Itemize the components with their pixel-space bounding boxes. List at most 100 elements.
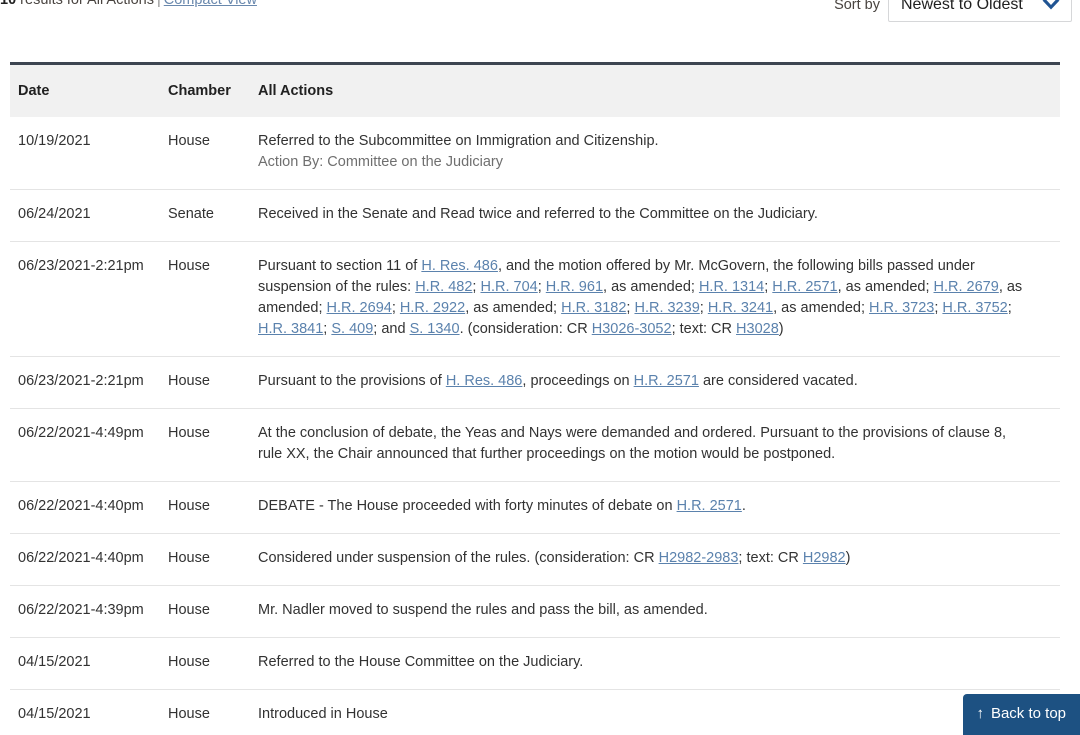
sort-select[interactable]: Newest to Oldest bbox=[888, 0, 1072, 22]
cell-chamber: House bbox=[168, 602, 210, 618]
action-text: ; text: CR bbox=[671, 321, 737, 337]
action-text: , proceedings on bbox=[522, 373, 634, 389]
table-header-row: Date Chamber All Actions bbox=[10, 62, 1060, 117]
cell-date: 06/24/2021 bbox=[18, 206, 91, 222]
results-summary: 10 results for All Actions | Compact View bbox=[0, 0, 257, 9]
action-link[interactable]: S. 409 bbox=[331, 321, 373, 337]
action-link[interactable]: H.R. 2571 bbox=[677, 498, 742, 514]
action-text: . (consideration: CR bbox=[459, 321, 592, 337]
action-link[interactable]: H.R. 2679 bbox=[934, 279, 999, 295]
cell-date: 06/22/2021-4:40pm bbox=[18, 550, 144, 566]
cell-chamber: Senate bbox=[168, 206, 214, 222]
action-text: At the conclusion of debate, the Yeas an… bbox=[258, 425, 1007, 462]
action-text: Pursuant to the provisions of bbox=[258, 373, 446, 389]
cell-action: Referred to the Subcommittee on Immigrat… bbox=[258, 131, 1060, 173]
column-header-all-actions: All Actions bbox=[258, 83, 334, 99]
table-row: 06/24/2021 Senate Received in the Senate a… bbox=[10, 190, 1060, 242]
cell-action: Referred to the House Committee on the J… bbox=[258, 652, 1060, 673]
compact-view-link[interactable]: Compact View bbox=[164, 0, 257, 8]
action-text: Pursuant to section 11 of bbox=[258, 258, 422, 274]
cell-chamber: House bbox=[168, 133, 210, 149]
action-text: Considered under suspension of the rules… bbox=[258, 550, 659, 566]
action-link[interactable]: H.R. 482 bbox=[415, 279, 472, 295]
cell-chamber: House bbox=[168, 654, 210, 670]
action-text: ; and bbox=[373, 321, 410, 337]
table-row: 06/22/2021-4:40pm House DEBATE - The House… bbox=[10, 482, 1060, 534]
action-link[interactable]: H.R. 961 bbox=[546, 279, 603, 295]
table-body: 10/19/2021 House Referred to the Subcommit… bbox=[10, 117, 1060, 735]
cell-date: 06/23/2021-2:21pm bbox=[18, 258, 144, 274]
action-text: are considered vacated. bbox=[698, 373, 858, 389]
action-link[interactable]: H3026-3052 bbox=[592, 321, 672, 337]
action-text: ; text: CR bbox=[738, 550, 803, 566]
results-count: 10 bbox=[0, 0, 17, 8]
cell-chamber: House bbox=[168, 258, 210, 274]
cell-action: Pursuant to section 11 of H. Res. 486 , a… bbox=[258, 256, 1060, 340]
cell-chamber: House bbox=[168, 373, 210, 389]
cell-date: 06/22/2021-4:40pm bbox=[18, 498, 144, 514]
cell-date: 06/22/2021-4:49pm bbox=[18, 425, 144, 441]
column-header-chamber: Chamber bbox=[168, 83, 231, 99]
action-link[interactable]: H.R. 704 bbox=[480, 279, 537, 295]
back-to-top-button[interactable]: ↑ Back to top bbox=[963, 694, 1080, 735]
cell-date: 10/19/2021 bbox=[18, 133, 91, 149]
table-row: 04/15/2021 House Introduced in House bbox=[10, 690, 1060, 735]
action-link[interactable]: H.R. 2694 bbox=[327, 300, 392, 316]
action-link[interactable]: S. 1340 bbox=[410, 321, 460, 337]
action-link[interactable]: H.R. 1314 bbox=[699, 279, 764, 295]
action-link[interactable]: H.R. 2571 bbox=[634, 373, 699, 389]
cell-action: Considered under suspension of the rules… bbox=[258, 548, 1060, 569]
action-link[interactable]: H2982-2983 bbox=[659, 550, 739, 566]
action-link[interactable]: H.R. 3239 bbox=[634, 300, 699, 316]
action-text: ) bbox=[778, 321, 784, 337]
cell-action: Mr. Nadler moved to suspend the rules an… bbox=[258, 600, 1060, 621]
action-link[interactable]: H3028 bbox=[736, 321, 779, 337]
cell-date: 04/15/2021 bbox=[18, 654, 91, 670]
cell-action: DEBATE - The House proceeded with forty … bbox=[258, 496, 1060, 517]
cell-date: 06/22/2021-4:39pm bbox=[18, 602, 144, 618]
action-text: ; bbox=[1007, 300, 1012, 316]
action-text: ) bbox=[845, 550, 851, 566]
arrow-up-icon: ↑ bbox=[976, 705, 984, 722]
column-header-date: Date bbox=[18, 83, 50, 99]
cell-date: 06/23/2021-2:21pm bbox=[18, 373, 144, 389]
all-actions-table: Date Chamber All Actions 10/19/2021 House… bbox=[10, 62, 1060, 735]
action-text: ; bbox=[537, 279, 546, 295]
action-text: , as amended; bbox=[465, 300, 562, 316]
results-toolbar: 10 results for All Actions | Compact View … bbox=[0, 0, 1080, 25]
action-text: Referred to the Subcommittee on Immigrat… bbox=[258, 133, 659, 149]
action-by-text: Action By: Committee on the Judiciary bbox=[258, 154, 503, 170]
action-link[interactable]: H.R. 2922 bbox=[400, 300, 465, 316]
action-link[interactable]: H.R. 3841 bbox=[258, 321, 323, 337]
action-link[interactable]: H2982 bbox=[803, 550, 846, 566]
cell-action: Introduced in House bbox=[258, 704, 1060, 725]
action-text: . bbox=[741, 498, 746, 514]
action-text: ; bbox=[699, 300, 708, 316]
action-text: , as amended; bbox=[773, 300, 870, 316]
action-link[interactable]: H. Res. 486 bbox=[446, 373, 523, 389]
table-row: 06/23/2021-2:21pm House Pursuant to sectio… bbox=[10, 242, 1060, 357]
cell-date: 04/15/2021 bbox=[18, 706, 91, 722]
action-link[interactable]: H. Res. 486 bbox=[421, 258, 498, 274]
table-row: 06/22/2021-4:39pm House Mr. Nadler moved t… bbox=[10, 586, 1060, 638]
table-row: 10/19/2021 House Referred to the Subcommit… bbox=[10, 117, 1060, 190]
all-actions-page: 10 results for All Actions | Compact View … bbox=[0, 0, 1080, 735]
chevron-down-icon bbox=[1041, 0, 1061, 12]
action-link[interactable]: H.R. 2571 bbox=[772, 279, 837, 295]
action-link[interactable]: H.R. 3752 bbox=[942, 300, 1007, 316]
action-link[interactable]: H.R. 3241 bbox=[708, 300, 773, 316]
action-text: , as amended; bbox=[837, 279, 934, 295]
table-row: 06/22/2021-4:49pm House At the conclusion … bbox=[10, 409, 1060, 482]
table-row: 06/22/2021-4:40pm House Considered under s… bbox=[10, 534, 1060, 586]
action-text: Referred to the House Committee on the J… bbox=[258, 654, 584, 670]
results-separator: | bbox=[156, 0, 161, 8]
cell-chamber: House bbox=[168, 550, 210, 566]
sort-by-label: Sort by bbox=[834, 0, 880, 13]
action-link[interactable]: H.R. 3723 bbox=[869, 300, 934, 316]
action-link[interactable]: H.R. 3182 bbox=[561, 300, 626, 316]
action-text: Introduced in House bbox=[258, 706, 388, 722]
table-row: 04/15/2021 House Referred to the House Com… bbox=[10, 638, 1060, 690]
cell-action: Pursuant to the provisions of H. Res. 48… bbox=[258, 371, 1060, 392]
cell-chamber: House bbox=[168, 706, 210, 722]
cell-action: Received in the Senate and Read twice an… bbox=[258, 204, 1060, 225]
